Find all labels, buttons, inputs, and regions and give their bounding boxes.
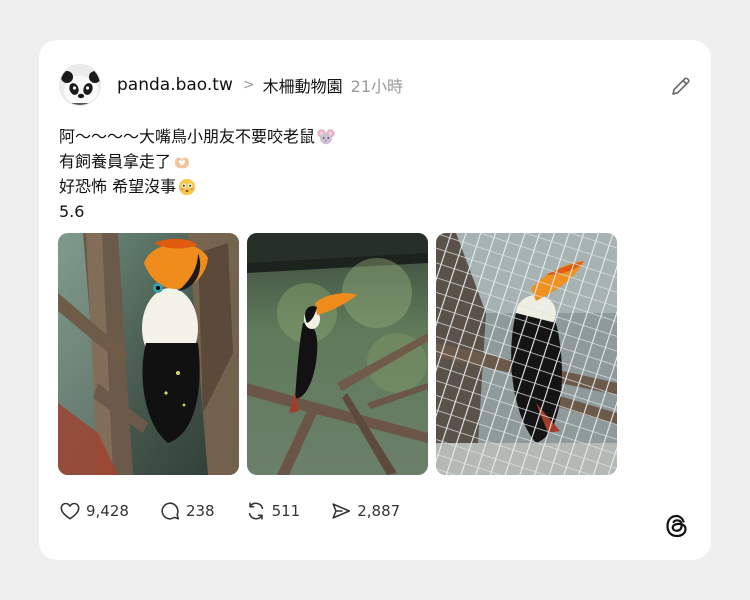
share-count: 2,887 [357, 502, 401, 520]
photo-toucan-cage[interactable] [436, 233, 617, 475]
content-line: 好恐怖 希望沒事 [59, 174, 335, 199]
like-button[interactable]: 9,428 [59, 500, 129, 522]
toucan-cage-image [436, 233, 617, 475]
pencil-icon [672, 77, 690, 95]
photo-toucan-branch[interactable] [247, 233, 428, 475]
edit-button[interactable] [669, 74, 693, 98]
content-line: 有飼養員拿走了 [59, 149, 335, 174]
photo-gallery [58, 233, 617, 475]
send-icon [332, 503, 351, 519]
threads-logo-icon [666, 514, 687, 538]
toucan-branch-image [247, 233, 428, 475]
action-bar: 9,428 238 511 2,887 [59, 499, 430, 523]
avatar[interactable] [59, 64, 101, 106]
content-line: 5.6 [59, 202, 85, 221]
post-card: panda.bao.tw > 木柵動物園 21小時 阿～～～～大嘴鳥小朋友不要咬… [39, 40, 711, 560]
threads-logo [663, 512, 691, 540]
like-count: 9,428 [86, 502, 129, 520]
toucan-closeup-image [58, 233, 239, 475]
content-line: 阿～～～～大嘴鳥小朋友不要咬老鼠 [59, 124, 335, 149]
group-link[interactable]: 木柵動物園 [263, 73, 343, 97]
share-button[interactable]: 2,887 [330, 500, 400, 522]
post-content: 阿～～～～大嘴鳥小朋友不要咬老鼠 有飼養員拿走了 好恐怖 希望沒事 5.6 [59, 124, 335, 224]
reply-count: 238 [185, 502, 215, 520]
repost-count: 511 [271, 502, 301, 520]
post-header: panda.bao.tw > 木柵動物園 21小時 [117, 73, 403, 97]
heart-icon [60, 502, 80, 520]
chevron-right-icon: > [242, 77, 255, 93]
flushed-face-emoji-icon [178, 178, 196, 195]
username-link[interactable]: panda.bao.tw [117, 75, 233, 95]
post-time: 21小時 [350, 77, 404, 96]
mouse-face-emoji-icon [317, 128, 335, 144]
heart-hands-emoji-icon [175, 157, 190, 168]
reply-button[interactable]: 238 [159, 500, 215, 522]
panda-avatar-icon [60, 65, 100, 105]
repost-button[interactable]: 511 [245, 500, 301, 522]
repost-icon [248, 502, 263, 520]
photo-toucan-closeup[interactable] [58, 233, 239, 475]
comment-bubble-icon [161, 502, 179, 520]
